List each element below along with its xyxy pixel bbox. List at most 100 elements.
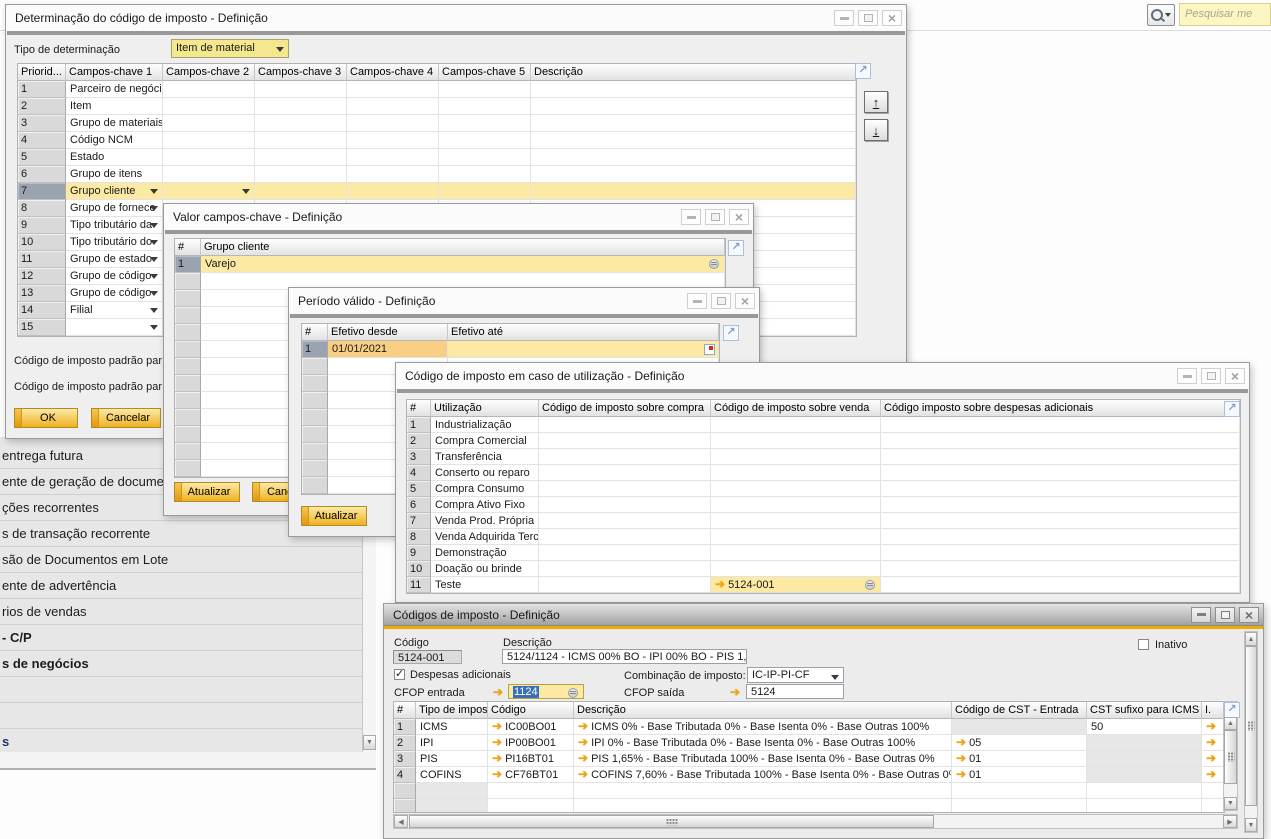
menu-item[interactable] [0, 677, 362, 703]
row-number-cell[interactable]: 2 [18, 98, 66, 115]
imposto-compra-cell[interactable] [539, 577, 711, 593]
row-number-cell[interactable]: 14 [18, 302, 66, 319]
expand-grid-icon[interactable] [728, 240, 744, 256]
move-row-down-button[interactable]: ↓ [864, 119, 888, 141]
row-number-cell[interactable]: 15 [18, 319, 66, 336]
utilizacao-cell[interactable]: Venda Prod. Própria [431, 513, 539, 529]
inativo-checkbox[interactable] [1138, 639, 1149, 650]
imposto-venda-cell[interactable] [711, 497, 881, 513]
imposto-compra-cell[interactable] [539, 545, 711, 561]
row-number-cell[interactable]: 4 [394, 767, 416, 783]
codigo-cell[interactable]: IC00BO01 [488, 719, 574, 735]
campos-chave-4-cell[interactable] [347, 81, 439, 98]
tipo-imposto-cell[interactable] [416, 783, 488, 799]
imposto-despesas-cell[interactable] [881, 481, 1240, 497]
row-number-cell[interactable]: 2 [394, 735, 416, 751]
row-number-cell[interactable]: 4 [407, 465, 431, 481]
tipo-imposto-cell[interactable]: COFINS [416, 767, 488, 783]
campos-chave-3-cell[interactable] [255, 115, 347, 132]
descricao-cell[interactable] [531, 149, 856, 166]
row-number-cell[interactable] [175, 307, 201, 324]
maximize-icon[interactable] [705, 209, 725, 225]
expand-grid-icon[interactable] [723, 325, 739, 341]
imposto-venda-cell[interactable] [711, 529, 881, 545]
link-arrow-icon[interactable] [493, 686, 503, 699]
campos-chave-1-cell[interactable] [66, 319, 163, 336]
utilizacao-cell[interactable]: Doação ou brinde [431, 561, 539, 577]
cfop-entrada-field[interactable]: 1124 [508, 684, 584, 699]
imposto-despesas-cell[interactable] [881, 433, 1240, 449]
minimize-icon[interactable] [1177, 368, 1197, 384]
imposto-link-cell[interactable] [1202, 783, 1224, 799]
scrollbar-thumb[interactable] [1245, 646, 1257, 806]
link-arrow-icon[interactable] [578, 752, 588, 765]
close-icon[interactable] [735, 293, 755, 309]
maximize-icon[interactable] [858, 10, 878, 26]
row-number-cell[interactable] [302, 460, 328, 477]
campos-chave-1-cell[interactable]: Código NCM [66, 132, 163, 149]
link-arrow-icon[interactable] [715, 578, 725, 591]
imposto-link-cell[interactable] [1202, 799, 1224, 813]
cst-entrada-cell[interactable] [952, 719, 1087, 735]
campos-chave-5-cell[interactable] [439, 115, 531, 132]
expand-grid-icon[interactable] [855, 63, 871, 79]
campos-chave-4-cell[interactable] [347, 98, 439, 115]
cancel-button[interactable]: Cancelar [91, 408, 161, 428]
row-number-cell[interactable]: 10 [407, 561, 431, 577]
expand-grid-icon[interactable] [1224, 702, 1240, 718]
menu-item[interactable]: s [0, 729, 362, 752]
menu-item[interactable]: são de Documentos em Lote [0, 547, 362, 573]
minimize-icon[interactable] [687, 293, 707, 309]
row-number-cell[interactable]: 7 [407, 513, 431, 529]
link-arrow-icon[interactable] [1206, 720, 1216, 733]
campos-chave-1-cell[interactable]: Grupo de estado [66, 251, 163, 268]
efetivo-ate-cell[interactable] [448, 341, 719, 358]
scroll-down-icon[interactable] [363, 735, 376, 750]
campos-chave-1-cell[interactable]: Parceiro de negócios [66, 81, 163, 98]
row-number-cell[interactable]: 6 [407, 497, 431, 513]
imposto-despesas-cell[interactable] [881, 465, 1240, 481]
campos-chave-4-cell[interactable] [347, 183, 439, 200]
cfop-saida-field[interactable]: 5124 [746, 684, 844, 699]
combinacao-dropdown[interactable]: IC-IP-PI-CF [747, 667, 844, 683]
row-number-cell[interactable] [175, 358, 201, 375]
link-ball-icon[interactable] [568, 688, 578, 698]
imposto-venda-cell[interactable] [711, 465, 881, 481]
campos-chave-3-cell[interactable] [255, 132, 347, 149]
row-number-cell[interactable] [394, 799, 416, 813]
campos-chave-1-cell[interactable]: Grupo de código [66, 268, 163, 285]
row-number-cell[interactable]: 3 [18, 115, 66, 132]
cst-sufixo-cell[interactable] [1087, 767, 1202, 783]
imposto-despesas-cell[interactable] [881, 513, 1240, 529]
row-number-cell[interactable]: 12 [18, 268, 66, 285]
tipo-imposto-cell[interactable]: IPI [416, 735, 488, 751]
cst-sufixo-cell[interactable] [1087, 735, 1202, 751]
row-number-cell[interactable]: 9 [407, 545, 431, 561]
minimize-icon[interactable] [1191, 607, 1211, 623]
menu-search-input[interactable]: Pesquisar me [1179, 3, 1271, 26]
row-number-cell[interactable] [175, 392, 201, 409]
row-number-cell[interactable] [175, 324, 201, 341]
campos-chave-1-cell[interactable]: Tipo tributário do [66, 234, 163, 251]
row-number-cell[interactable]: 8 [407, 529, 431, 545]
descricao-cell[interactable]: PIS 1,65% - Base Tributada 100% - Base I… [574, 751, 952, 767]
row-number-cell[interactable] [394, 783, 416, 799]
imposto-compra-cell[interactable] [539, 481, 711, 497]
window-codigos-titlebar[interactable]: Códigos de imposto - Definição [384, 604, 1263, 626]
campos-chave-1-cell[interactable]: Tipo tributário da [66, 217, 163, 234]
descricao-cell[interactable] [531, 98, 856, 115]
row-number-cell[interactable]: 1 [394, 719, 416, 735]
menu-item[interactable]: - C/P [0, 625, 362, 651]
imposto-venda-cell[interactable] [711, 433, 881, 449]
link-arrow-icon[interactable] [492, 720, 502, 733]
window-valor-campos-titlebar[interactable]: Valor campos-chave - Definição [164, 204, 753, 230]
row-number-cell[interactable] [175, 426, 201, 443]
descricao-cell[interactable] [531, 183, 856, 200]
descricao-cell[interactable] [531, 81, 856, 98]
minimize-icon[interactable] [834, 10, 854, 26]
cst-sufixo-cell[interactable]: 50 [1087, 719, 1202, 735]
codigo-cell[interactable]: PI16BT01 [488, 751, 574, 767]
campos-chave-2-cell[interactable] [163, 81, 255, 98]
row-number-cell[interactable]: 4 [18, 132, 66, 149]
menu-item[interactable]: ente de advertência [0, 573, 362, 599]
